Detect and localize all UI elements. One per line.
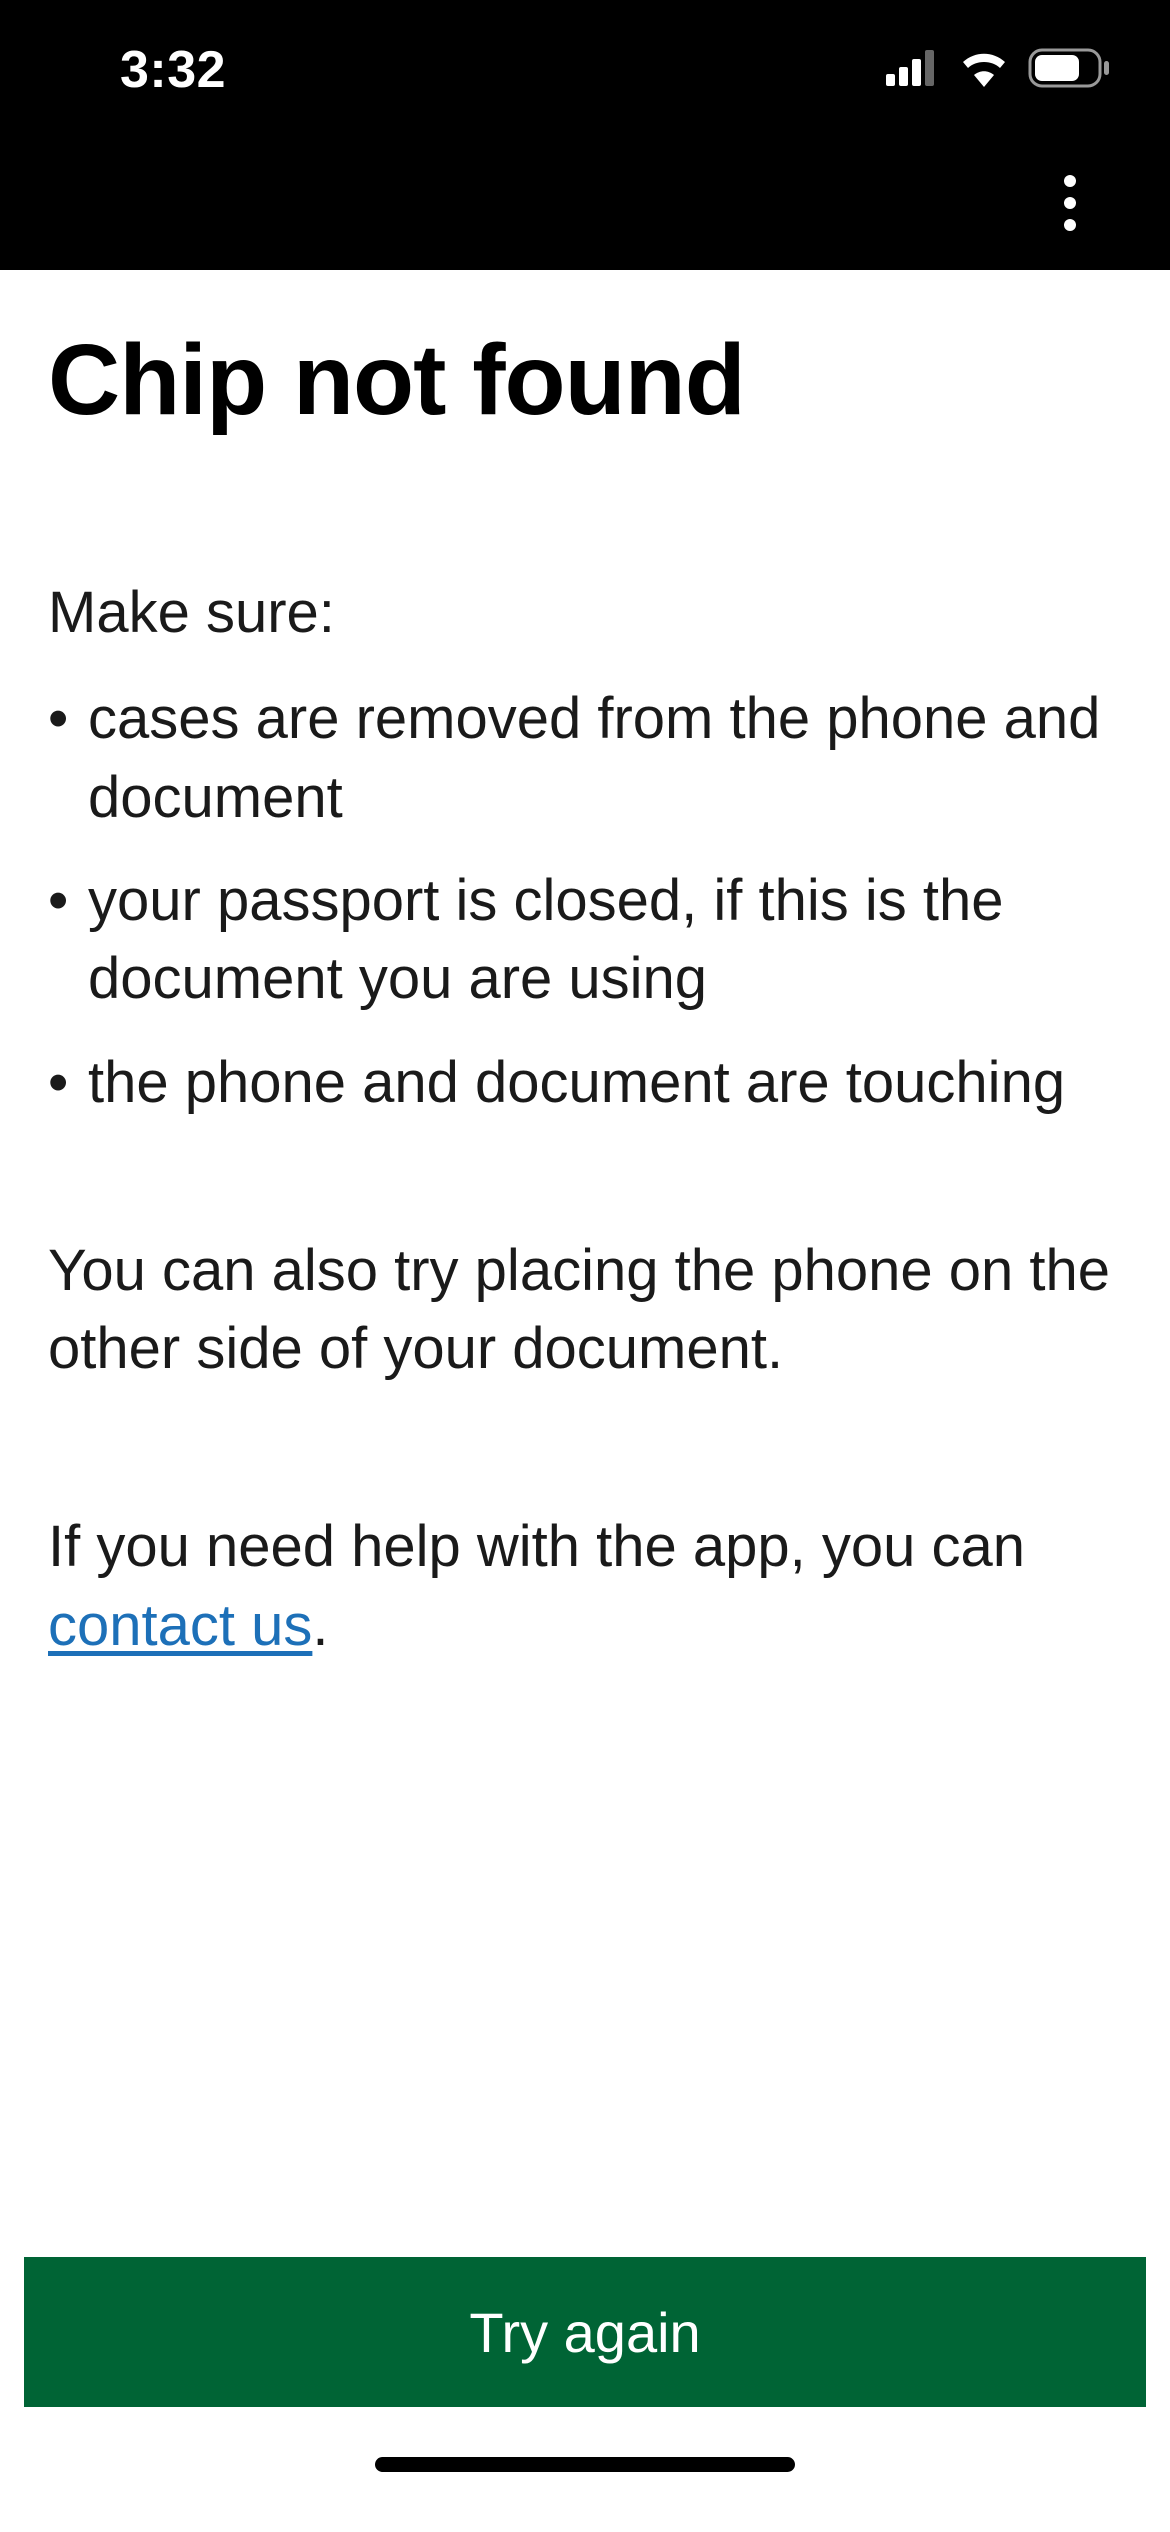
list-item: cases are removed from the phone and doc…	[48, 680, 1122, 837]
bullet-list: cases are removed from the phone and doc…	[48, 680, 1122, 1121]
wifi-icon	[958, 49, 1010, 92]
battery-icon	[1028, 48, 1110, 93]
contact-us-link[interactable]: contact us	[48, 1593, 312, 1658]
home-indicator[interactable]	[375, 2457, 795, 2472]
more-vertical-icon	[1063, 174, 1077, 237]
intro-text: Make sure:	[48, 575, 1122, 650]
try-again-button[interactable]: Try again	[24, 2257, 1146, 2407]
more-options-button[interactable]	[1030, 165, 1110, 245]
help-suffix: .	[312, 1593, 328, 1658]
page-title: Chip not found	[48, 325, 1122, 435]
help-text: If you need help with the app, you can c…	[48, 1508, 1122, 1665]
status-bar: 3:32	[0, 0, 1170, 140]
list-item: the phone and document are touching	[48, 1044, 1122, 1122]
status-time: 3:32	[120, 40, 226, 100]
status-icons	[886, 48, 1110, 93]
cellular-signal-icon	[886, 50, 940, 91]
nav-bar	[0, 140, 1170, 270]
footer: Try again	[0, 2257, 1170, 2532]
tip-text: You can also try placing the phone on th…	[48, 1232, 1122, 1389]
help-prefix: If you need help with the app, you can	[48, 1514, 1025, 1579]
main-content: Chip not found Make sure: cases are remo…	[0, 270, 1170, 1665]
list-item: your passport is closed, if this is the …	[48, 862, 1122, 1019]
